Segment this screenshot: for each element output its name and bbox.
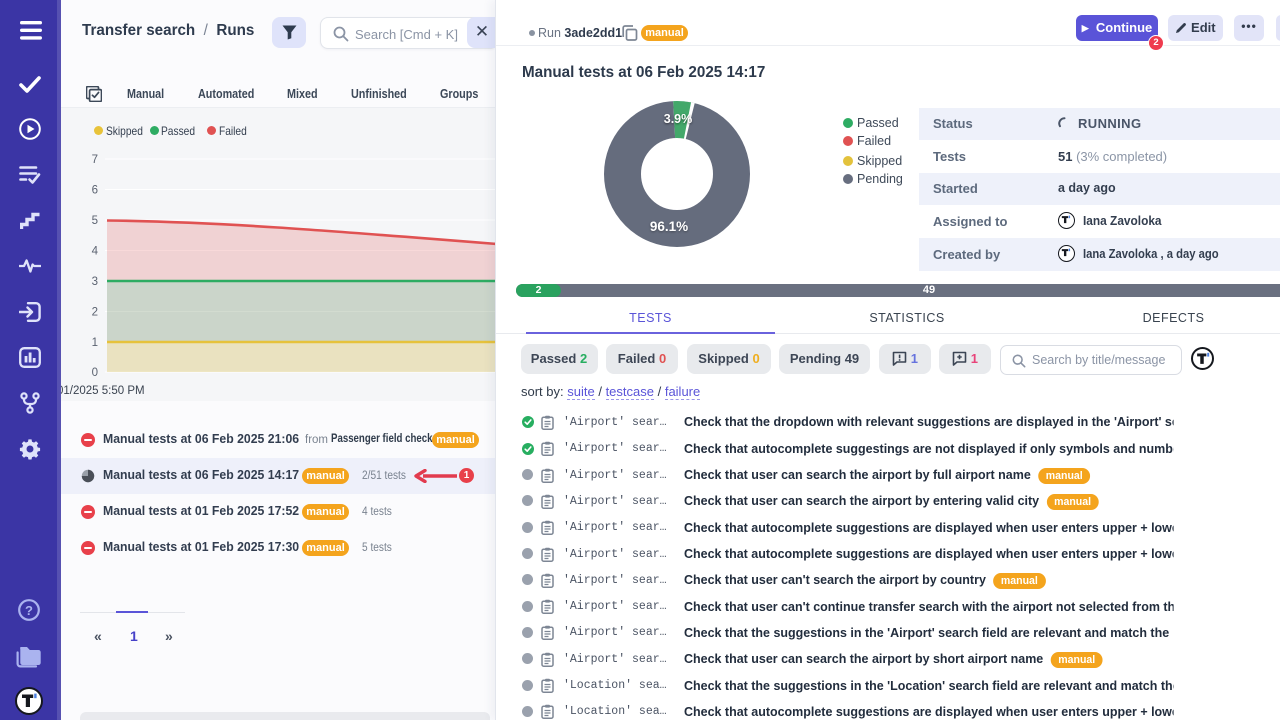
svg-text:?: ? (25, 603, 33, 618)
svg-text:5: 5 (92, 215, 98, 227)
svg-text:01/2025 5:50 PM: 01/2025 5:50 PM (61, 385, 145, 397)
svg-text:6: 6 (92, 185, 98, 197)
svg-text:4: 4 (92, 246, 99, 258)
svg-text:1: 1 (92, 337, 98, 349)
svg-text:2: 2 (92, 307, 98, 319)
svg-text:7: 7 (92, 154, 98, 166)
svg-text:3: 3 (92, 276, 98, 288)
svg-text:0: 0 (92, 367, 98, 379)
